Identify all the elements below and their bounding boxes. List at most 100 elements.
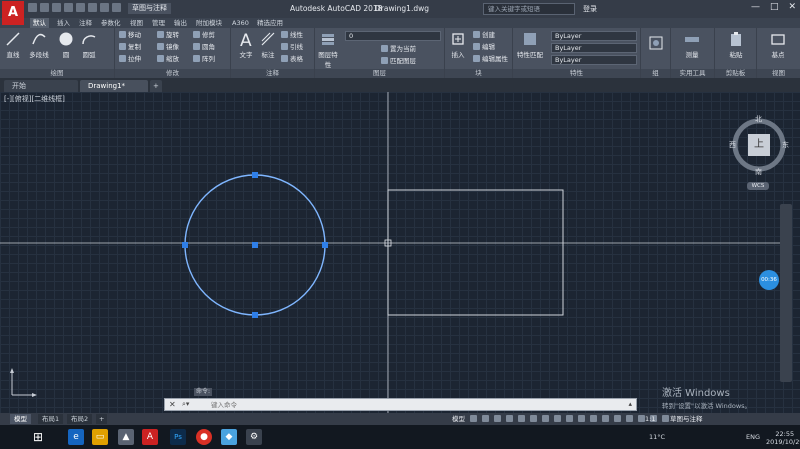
- chevron-up-icon[interactable]: ▴: [628, 399, 632, 410]
- arc-tool[interactable]: 圆弧: [78, 31, 100, 59]
- app-cube-icon[interactable]: ◆: [221, 429, 237, 445]
- otrack-icon[interactable]: [530, 415, 537, 422]
- quick-properties-icon[interactable]: [602, 415, 609, 422]
- cloud-icon[interactable]: [76, 3, 85, 12]
- tab-featured-apps[interactable]: 精选应用: [254, 18, 286, 28]
- tab-output[interactable]: 输出: [171, 18, 190, 28]
- groups-panel-title[interactable]: 组: [641, 69, 670, 78]
- minimize-icon[interactable]: —: [751, 2, 760, 12]
- wcs-menu[interactable]: WCS: [747, 182, 769, 190]
- tab-manage[interactable]: 管理: [149, 18, 168, 28]
- edit-block-tool[interactable]: 编辑: [473, 42, 495, 53]
- fillet-tool[interactable]: 圆角: [193, 42, 215, 53]
- language-indicator[interactable]: ENG: [746, 433, 760, 441]
- start-icon[interactable]: ⊞: [30, 429, 46, 445]
- snap-icon[interactable]: [482, 415, 489, 422]
- weather-temperature[interactable]: 11°C: [649, 433, 665, 441]
- utilities-panel-title[interactable]: 实用工具: [671, 69, 714, 78]
- drawing-canvas[interactable]: [-][俯视][二维线框] 北 南 东 西 上 WCS 00:36 激活 Win…: [0, 92, 800, 413]
- close-icon[interactable]: ✕: [788, 2, 796, 12]
- annotation-panel-title[interactable]: 注释: [231, 69, 314, 78]
- polyline-tool[interactable]: 多段线: [26, 31, 52, 59]
- customize-icon[interactable]: [662, 415, 669, 422]
- layout-tab-1[interactable]: 布局1: [38, 414, 64, 424]
- tab-a360[interactable]: A360: [229, 18, 252, 28]
- base-tool[interactable]: 基点: [767, 31, 789, 59]
- trim-tool[interactable]: 修剪: [193, 30, 215, 41]
- photos-icon[interactable]: ▲: [118, 429, 134, 445]
- close-icon[interactable]: ✕: [169, 399, 176, 410]
- tab-drawing1[interactable]: Drawing1*: [80, 80, 148, 92]
- osnap-icon[interactable]: [518, 415, 525, 422]
- tab-home[interactable]: 默认: [30, 18, 49, 28]
- layer-dropdown[interactable]: 0: [345, 31, 441, 41]
- properties-panel-title[interactable]: 特性: [513, 69, 640, 78]
- plot-icon[interactable]: [88, 3, 97, 12]
- navigation-bar[interactable]: [780, 204, 792, 382]
- mirror-tool[interactable]: 镜像: [157, 42, 179, 53]
- save-as-icon[interactable]: [64, 3, 73, 12]
- scale-tool[interactable]: 缩放: [157, 54, 179, 65]
- viewcube-top-face[interactable]: 上: [748, 134, 770, 156]
- polar-icon[interactable]: [506, 415, 513, 422]
- viewcube[interactable]: 北 南 东 西 上: [728, 114, 790, 176]
- file-explorer-icon[interactable]: ▭: [92, 429, 108, 445]
- command-input[interactable]: [211, 400, 511, 409]
- selection-cycling-icon[interactable]: [566, 415, 573, 422]
- edit-attributes-tool[interactable]: 编辑属性: [473, 54, 508, 65]
- lineweight-icon[interactable]: [542, 415, 549, 422]
- make-current-tool[interactable]: 置为当前: [381, 44, 416, 55]
- measure-tool[interactable]: 测量: [681, 31, 703, 59]
- tab-insert[interactable]: 插入: [54, 18, 73, 28]
- color-dropdown[interactable]: ByLayer: [551, 31, 637, 41]
- recorder-icon[interactable]: ●: [196, 429, 212, 445]
- autocad-taskbar-icon[interactable]: A: [142, 429, 158, 445]
- settings-icon[interactable]: ⚙: [246, 429, 262, 445]
- annotation-icon[interactable]: [578, 415, 585, 422]
- redo-icon[interactable]: [112, 3, 121, 12]
- compass-west[interactable]: 西: [729, 140, 736, 150]
- circle-tool[interactable]: 圆: [55, 31, 77, 59]
- clock[interactable]: 22:55 2019/10/29: [766, 430, 800, 446]
- tab-addins[interactable]: 附加模块: [193, 18, 225, 28]
- grid-icon[interactable]: [470, 415, 477, 422]
- leader-tool[interactable]: 引线: [281, 42, 303, 53]
- circle-bottom-grip[interactable]: [252, 312, 258, 318]
- layout-tab-2[interactable]: 布局2: [67, 414, 93, 424]
- circle-center-grip[interactable]: [252, 242, 258, 248]
- new-icon[interactable]: [28, 3, 37, 12]
- text-tool[interactable]: A 文字: [235, 31, 257, 59]
- undo-icon[interactable]: [100, 3, 109, 12]
- units-icon[interactable]: [590, 415, 597, 422]
- group-icon[interactable]: [649, 36, 663, 50]
- compass-north[interactable]: 北: [755, 114, 762, 124]
- login-button[interactable]: 登录: [583, 4, 597, 14]
- move-tool[interactable]: 移动: [119, 30, 141, 41]
- rectangle-shape[interactable]: [387, 189, 564, 316]
- paste-tool[interactable]: 粘贴: [725, 31, 747, 59]
- save-icon[interactable]: [52, 3, 61, 12]
- match-layer-tool[interactable]: 匹配图层: [381, 56, 416, 67]
- model-space-button[interactable]: 模型: [452, 414, 465, 424]
- transparency-icon[interactable]: [554, 415, 561, 422]
- circle-top-grip[interactable]: [252, 172, 258, 178]
- table-tool[interactable]: 表格: [281, 54, 303, 65]
- photoshop-icon[interactable]: Ps: [170, 429, 186, 445]
- tab-start[interactable]: 开始: [4, 80, 78, 92]
- circle-right-grip[interactable]: [322, 242, 328, 248]
- add-layout-button[interactable]: +: [96, 414, 108, 424]
- workspace-selector[interactable]: 草图与注释: [128, 3, 171, 14]
- linetype-dropdown[interactable]: ByLayer: [551, 43, 637, 53]
- new-tab-button[interactable]: +: [150, 80, 162, 92]
- search-icon[interactable]: ⌕▾: [182, 399, 189, 410]
- lineweight-dropdown[interactable]: ByLayer: [551, 55, 637, 65]
- search-input[interactable]: 键入关键字或短语: [483, 3, 575, 15]
- insert-block-tool[interactable]: 插入: [447, 31, 469, 59]
- array-tool[interactable]: 阵列: [193, 54, 215, 65]
- line-tool[interactable]: 直线: [2, 31, 24, 59]
- tab-annotate[interactable]: 注释: [76, 18, 95, 28]
- create-block-tool[interactable]: 创建: [473, 30, 495, 41]
- lock-icon[interactable]: [614, 415, 621, 422]
- open-icon[interactable]: [40, 3, 49, 12]
- match-properties-tool[interactable]: 特性匹配: [517, 31, 543, 59]
